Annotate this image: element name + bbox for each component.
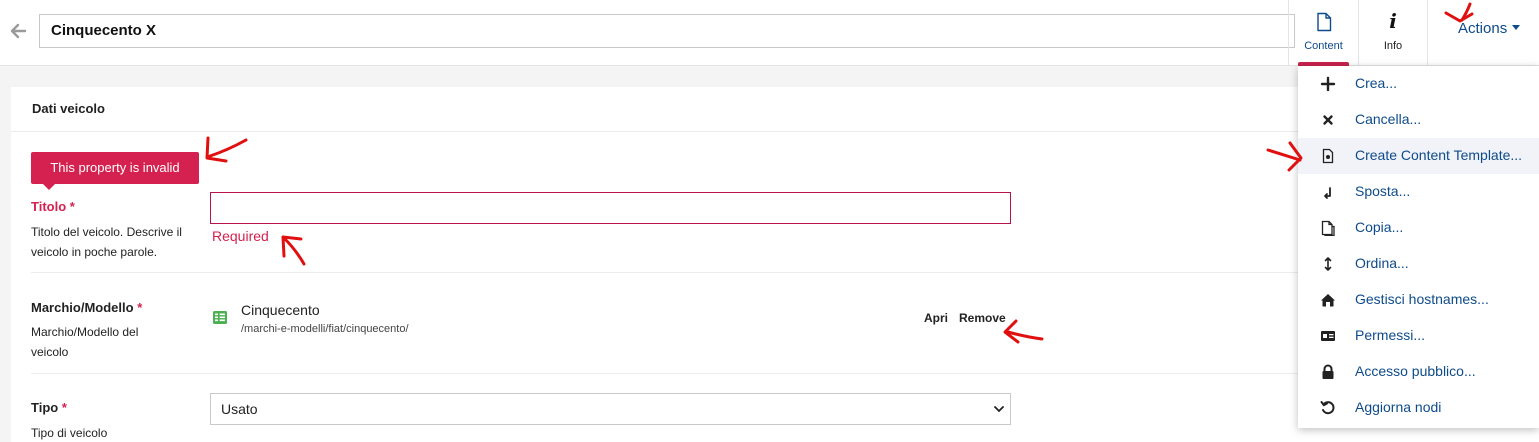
validation-tooltip: This property is invalid xyxy=(31,152,199,190)
document-icon xyxy=(1316,12,1331,32)
home-icon xyxy=(1321,294,1335,307)
titolo-label-text: Titolo xyxy=(31,199,67,214)
required-asterisk: * xyxy=(69,199,75,214)
tipo-help: Tipo di veicolo xyxy=(31,426,108,440)
menu-item-label: Create Content Template... xyxy=(1355,147,1523,163)
actions-label: Actions xyxy=(1458,20,1508,37)
menu-item-label: Cancella... xyxy=(1355,111,1422,127)
lock-icon xyxy=(1322,364,1334,379)
menu-item-label: Gestisci hostnames... xyxy=(1355,291,1489,307)
menu-item-permessi[interactable]: Permessi... xyxy=(1298,318,1539,354)
node-name-input[interactable]: Cinquecento X xyxy=(39,14,1295,48)
editor-header: Cinquecento X Content i Info Actions xyxy=(0,0,1539,66)
copy-icon xyxy=(1321,220,1335,236)
menu-item-label: Copia... xyxy=(1355,219,1404,235)
node-reference-icon xyxy=(213,311,227,324)
tab-info-label: Info xyxy=(1383,40,1403,52)
reference-node-name: Cinquecento xyxy=(241,302,320,318)
menu-item-label: Permessi... xyxy=(1355,327,1426,343)
required-asterisk: * xyxy=(137,300,143,315)
template-icon xyxy=(1322,148,1334,164)
menu-item-label: Sposta... xyxy=(1355,183,1411,199)
titolo-input[interactable] xyxy=(210,192,1011,224)
menu-item-label: Crea... xyxy=(1355,75,1398,91)
section-title: Dati veicolo xyxy=(32,101,105,116)
refresh-icon xyxy=(1320,401,1335,415)
back-arrow-icon[interactable] xyxy=(9,21,27,41)
chevron-down-icon xyxy=(994,406,1004,413)
titolo-error-message: Required xyxy=(212,228,269,244)
menu-item-crea[interactable]: Crea... xyxy=(1298,66,1539,102)
menu-item-ordina[interactable]: Ordina... xyxy=(1298,246,1539,282)
caret-down-icon xyxy=(1512,25,1521,30)
plus-icon xyxy=(1320,76,1336,92)
marchio-label-text: Marchio/Modello xyxy=(31,300,134,315)
id-card-icon xyxy=(1321,331,1335,341)
info-icon: i xyxy=(1389,9,1397,33)
marchio-help: Marchio/Modello del veicolo xyxy=(31,325,139,359)
move-icon xyxy=(1324,187,1331,199)
remove-reference-link[interactable]: Remove xyxy=(959,311,1006,325)
menu-item-aggiorna-nodi[interactable]: Aggiorna nodi xyxy=(1298,390,1539,426)
titolo-help: Titolo del veicolo. Descrive il veicolo … xyxy=(31,225,182,259)
tab-info[interactable]: i Info xyxy=(1358,0,1428,66)
tipo-selected-value: Usato xyxy=(221,401,258,417)
required-asterisk: * xyxy=(61,400,67,415)
tab-content-label: Content xyxy=(1304,40,1343,52)
menu-item-label: Ordina... xyxy=(1355,255,1409,271)
menu-item-sposta[interactable]: Sposta... xyxy=(1298,174,1539,210)
menu-item-gestisci-hostnames[interactable]: Gestisci hostnames... xyxy=(1298,282,1539,318)
menu-item-label: Aggiorna nodi xyxy=(1355,399,1442,415)
tab-content[interactable]: Content xyxy=(1288,0,1358,66)
tipo-label-text: Tipo xyxy=(31,400,59,415)
menu-item-label: Accesso pubblico... xyxy=(1355,363,1476,379)
sort-icon xyxy=(1324,257,1332,271)
tipo-label: Tipo * xyxy=(31,400,67,415)
tipo-select[interactable]: Usato xyxy=(210,393,1011,425)
menu-item-accesso-pubblico[interactable]: Accesso pubblico... xyxy=(1298,354,1539,390)
reference-node-path: /marchi-e-modelli/fiat/cinquecento/ xyxy=(241,323,409,335)
actions-menu: Crea... Cancella... Create Content Templ… xyxy=(1298,66,1539,428)
open-reference-link[interactable]: Apri xyxy=(924,311,948,325)
actions-dropdown-button[interactable]: Actions xyxy=(1458,20,1521,37)
titolo-label: Titolo * xyxy=(31,199,75,214)
marchio-label: Marchio/Modello * xyxy=(31,300,142,315)
menu-item-cancella[interactable]: Cancella... xyxy=(1298,102,1539,138)
close-icon xyxy=(1323,115,1333,125)
menu-item-create-content-template[interactable]: Create Content Template... xyxy=(1298,138,1539,174)
menu-item-copia[interactable]: Copia... xyxy=(1298,210,1539,246)
